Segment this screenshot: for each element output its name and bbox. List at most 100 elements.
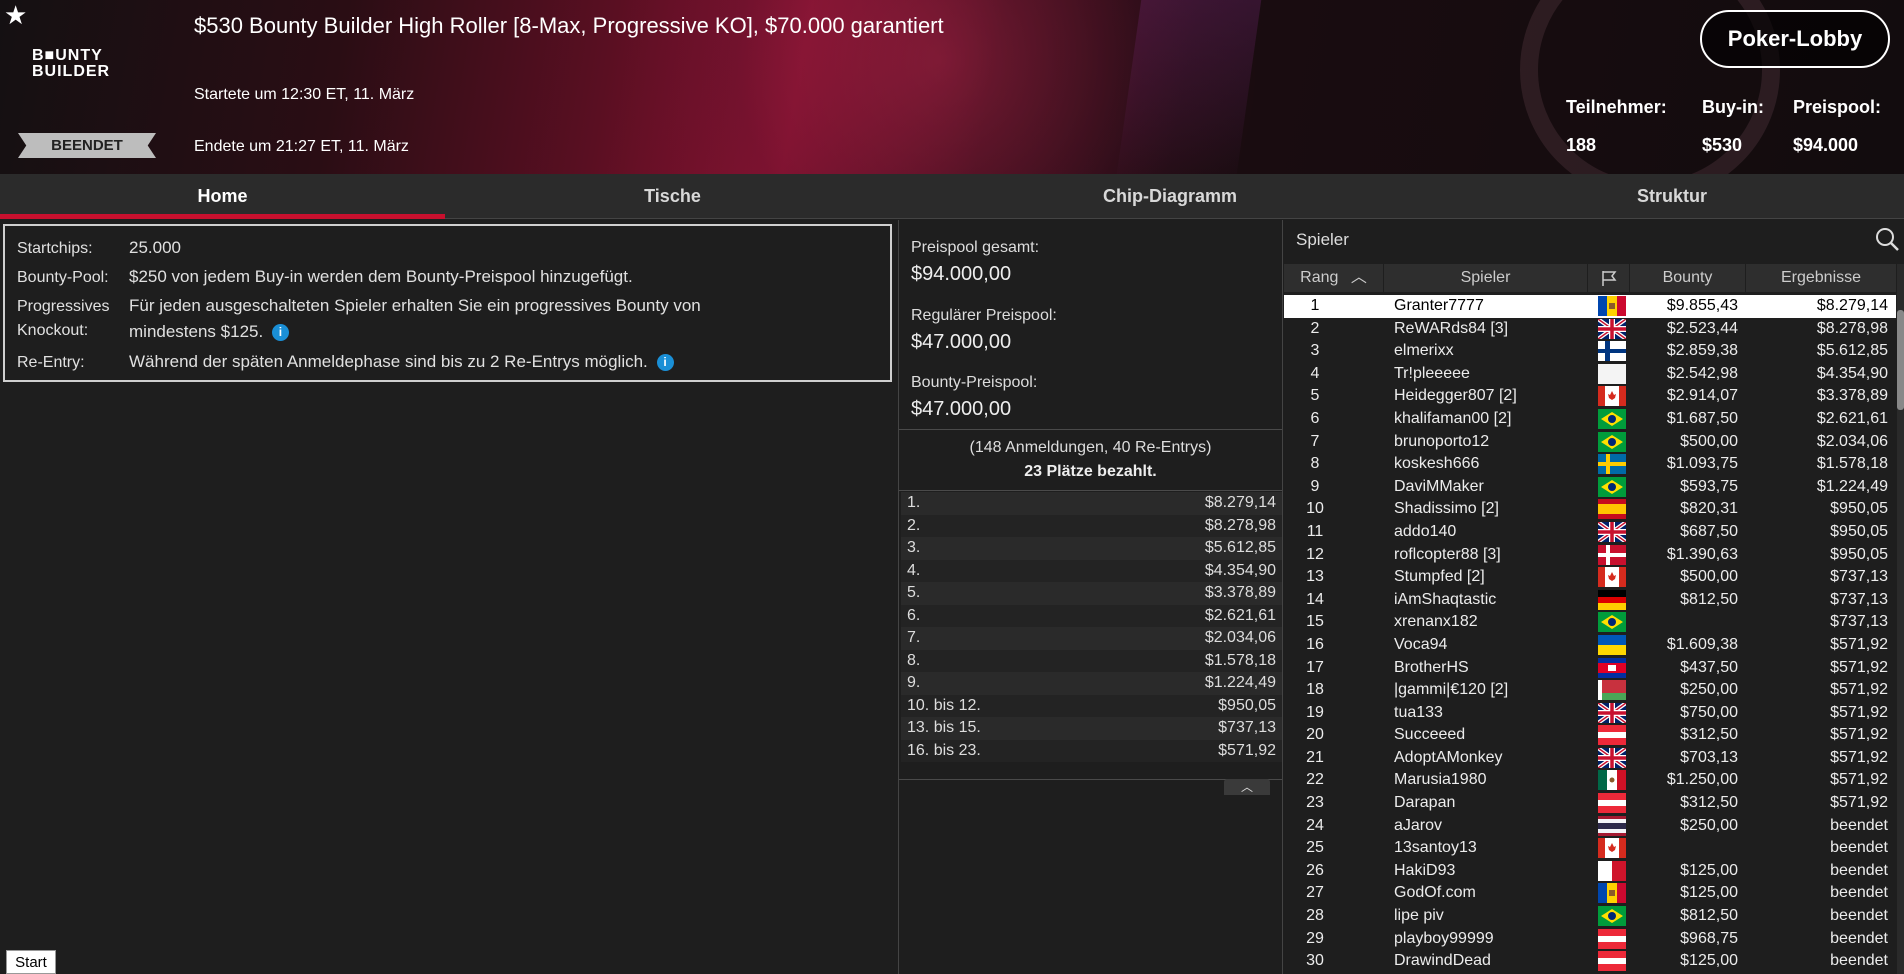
- player-row[interactable]: 30 DrawindDead $125,00 beendet: [1284, 950, 1896, 973]
- column-results-header[interactable]: Ergebnisse: [1746, 264, 1896, 292]
- player-row[interactable]: 18 |gammi|€120 [2] $250,00 $571,92: [1284, 679, 1896, 702]
- player-result: $3.378,89: [1816, 387, 1888, 405]
- player-bounty: $125,00: [1680, 952, 1738, 970]
- player-row[interactable]: 13 Stumpfed [2] $500,00 $737,13: [1284, 566, 1896, 589]
- player-row[interactable]: 25 13santoy13 beendet: [1284, 837, 1896, 860]
- player-row[interactable]: 1 Granter7777 $9.855,43 $8.279,14: [1284, 295, 1896, 318]
- payout-place: 5.: [907, 584, 921, 601]
- country-flag-icon: [1596, 882, 1628, 904]
- player-row[interactable]: 12 roflcopter88 [3] $1.390,63 $950,05: [1284, 544, 1896, 567]
- chevron-up-icon[interactable]: ︿: [1224, 779, 1270, 795]
- player-row[interactable]: 29 playboy99999 $968,75 beendet: [1284, 928, 1896, 951]
- reentry-info-icon[interactable]: i: [656, 354, 674, 371]
- payout-row: 1. $8.279,14: [901, 492, 1282, 515]
- country-flag-icon: [1596, 792, 1628, 814]
- country-flag-icon: [1596, 702, 1628, 724]
- player-row[interactable]: 8 koskesh666 $1.093,75 $1.578,18: [1284, 453, 1896, 476]
- pko-info-icon[interactable]: i: [271, 324, 289, 341]
- column-rank-header[interactable]: Rang ︿: [1284, 264, 1384, 292]
- player-row[interactable]: 26 HakiD93 $125,00 beendet: [1284, 860, 1896, 883]
- scrollbar-thumb[interactable]: [1897, 310, 1904, 410]
- payout-row: 10. bis 12. $950,05: [901, 694, 1282, 717]
- player-bounty: $500,00: [1680, 432, 1738, 450]
- player-row[interactable]: 22 Marusia1980 $1.250,00 $571,92: [1284, 769, 1896, 792]
- player-row[interactable]: 7 brunoporto12 $500,00 $2.034,06: [1284, 431, 1896, 454]
- player-rank: 15: [1306, 613, 1324, 631]
- player-row[interactable]: 20 Succeeed $312,50 $571,92: [1284, 724, 1896, 747]
- player-name: xrenanx182: [1394, 613, 1478, 631]
- player-row[interactable]: 23 Darapan $312,50 $571,92: [1284, 792, 1896, 815]
- payout-amount: $8.278,98: [1204, 516, 1276, 534]
- start-button[interactable]: Start: [6, 950, 56, 974]
- player-rank: 3: [1310, 342, 1320, 360]
- bountypool-value: $250 von jedem Buy-in werden dem Bounty-…: [129, 267, 633, 286]
- payout-place: 9.: [907, 674, 921, 691]
- player-rank: 13: [1306, 568, 1324, 586]
- player-row[interactable]: 10 Shadissimo [2] $820,31 $950,05: [1284, 498, 1896, 521]
- tab-chip-diagramm[interactable]: Chip-Diagramm: [900, 174, 1440, 219]
- player-row[interactable]: 15 xrenanx182 $737,13: [1284, 611, 1896, 634]
- startchips-label: Startchips:: [17, 240, 93, 257]
- player-result: $571,92: [1830, 681, 1888, 699]
- player-name: ReWARds84 [3]: [1394, 319, 1509, 337]
- search-icon[interactable]: [1874, 226, 1900, 252]
- country-flag-icon: [1596, 385, 1628, 407]
- column-player-header[interactable]: Spieler: [1384, 264, 1588, 292]
- favorite-star-icon[interactable]: ★: [4, 2, 27, 28]
- player-name: Granter7777: [1394, 297, 1484, 314]
- players-scrollbar[interactable]: [1897, 264, 1904, 974]
- player-result: $1.578,18: [1816, 455, 1888, 473]
- player-row[interactable]: 4 Tr!pleeeee $2.542,98 $4.354,90: [1284, 363, 1896, 386]
- player-bounty: $1.093,75: [1666, 455, 1738, 473]
- startchips-value: 25.000: [129, 238, 181, 257]
- player-row[interactable]: 9 DaviMMaker $593,75 $1.224,49: [1284, 476, 1896, 499]
- column-bounty-header[interactable]: Bounty: [1630, 264, 1746, 292]
- player-row[interactable]: 3 elmerixx $2.859,38 $5.612,85: [1284, 340, 1896, 363]
- player-search-label: Spieler: [1296, 230, 1349, 249]
- player-row[interactable]: 21 AdoptAMonkey $703,13 $571,92: [1284, 747, 1896, 770]
- reentry-value: Während der späten Anmeldephase sind bis…: [129, 352, 674, 372]
- player-row[interactable]: 19 tua133 $750,00 $571,92: [1284, 702, 1896, 725]
- player-name: Darapan: [1394, 794, 1456, 812]
- pko-value-line2-text: mindestens $125.: [129, 322, 264, 341]
- payout-amount: $3.378,89: [1204, 584, 1276, 601]
- country-flag-icon: [1596, 431, 1628, 453]
- payout-row: 7. $2.034,06: [901, 627, 1282, 650]
- player-name: HakiD93: [1394, 861, 1456, 879]
- column-flag-header[interactable]: [1588, 264, 1630, 292]
- player-name: tua133: [1394, 703, 1443, 721]
- payout-amount: $2.034,06: [1204, 629, 1276, 646]
- poker-lobby-button[interactable]: Poker-Lobby: [1700, 10, 1890, 68]
- player-row[interactable]: 16 Voca94 $1.609,38 $571,92: [1284, 634, 1896, 657]
- country-flag-icon: [1596, 815, 1628, 837]
- player-row[interactable]: 2 ReWARds84 [3] $2.523,44 $8.278,98: [1284, 318, 1896, 341]
- tab-home[interactable]: Home: [0, 174, 445, 219]
- payout-place: 10. bis 12.: [907, 696, 981, 714]
- player-row[interactable]: 6 khalifaman00 [2] $1.687,50 $2.621,61: [1284, 408, 1896, 431]
- player-result: $2.034,06: [1816, 432, 1888, 450]
- tab-tische[interactable]: Tische: [445, 174, 900, 219]
- country-flag-icon: [1596, 589, 1628, 611]
- player-row[interactable]: 5 Heidegger807 [2] $2.914,07 $3.378,89: [1284, 385, 1896, 408]
- payout-amount: $950,05: [1218, 696, 1276, 714]
- player-rank: 27: [1306, 884, 1324, 902]
- player-result: $571,92: [1830, 658, 1888, 676]
- player-name: Heidegger807 [2]: [1394, 387, 1517, 405]
- payout-amount: $4.354,90: [1204, 561, 1276, 579]
- player-rank: 12: [1306, 545, 1324, 563]
- player-rank: 17: [1306, 658, 1324, 676]
- player-row[interactable]: 27 GodOf.com $125,00 beendet: [1284, 882, 1896, 905]
- tab-struktur[interactable]: Struktur: [1440, 174, 1904, 219]
- payout-table: 1. $8.279,14 2. $8.278,98 3. $5.612,85 4. $4.35…: [901, 492, 1282, 762]
- payout-amount: $8.279,14: [1204, 494, 1276, 511]
- player-result: beendet: [1830, 816, 1888, 834]
- player-row[interactable]: 28 lipe piv $812,50 beendet: [1284, 905, 1896, 928]
- player-row[interactable]: 14 iAmShaqtastic $812,50 $737,13: [1284, 589, 1896, 612]
- player-bounty: $1.250,00: [1666, 771, 1738, 789]
- player-name: AdoptAMonkey: [1394, 748, 1503, 766]
- player-row[interactable]: 17 BrotherHS $437,50 $571,92: [1284, 657, 1896, 680]
- player-row[interactable]: 24 aJarov $250,00 beendet: [1284, 815, 1896, 838]
- player-row[interactable]: 11 addo140 $687,50 $950,05: [1284, 521, 1896, 544]
- player-name: Shadissimo [2]: [1394, 500, 1499, 518]
- player-name: aJarov: [1394, 816, 1443, 834]
